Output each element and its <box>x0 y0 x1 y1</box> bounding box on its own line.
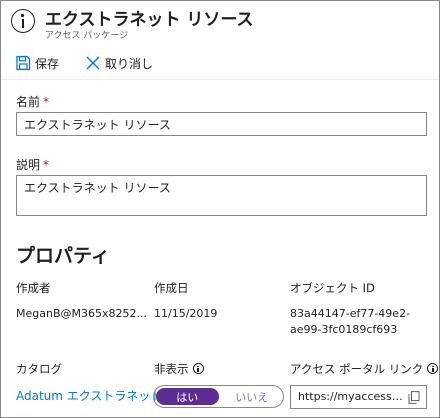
required-marker: * <box>43 95 50 109</box>
object-id-value-line2: ae99-3fc0189cf693 <box>290 323 398 336</box>
info-icon[interactable] <box>427 363 439 374</box>
properties-heading: プロパティ <box>16 245 110 267</box>
panel-header: エクストラネット リソース アクセス パッケージ <box>1 1 439 45</box>
hidden-label-group: 非表示 <box>154 361 204 377</box>
name-field-label: 名前 * <box>16 95 50 109</box>
page-title: エクストラネット リソース <box>45 10 254 30</box>
catalog-link[interactable]: Adatum エクストラネット <box>16 387 162 404</box>
save-label: 保存 <box>35 56 60 71</box>
page-subtitle: アクセス パッケージ <box>45 31 129 41</box>
copy-icon[interactable] <box>408 391 420 404</box>
save-button[interactable]: 保存 <box>15 52 59 74</box>
created-date-label: 作成日 <box>154 281 189 295</box>
hidden-label: 非表示 <box>154 362 189 376</box>
cancel-button[interactable]: 取り消し <box>85 52 153 74</box>
catalog-label: カタログ <box>16 362 62 376</box>
description-input[interactable]: エクストラネット リソース <box>16 175 427 216</box>
toggle-yes[interactable]: はい <box>156 388 219 405</box>
portal-link-value: https://myaccess.microsoft.com <box>298 390 403 403</box>
save-icon <box>16 55 31 71</box>
description-field-label: 説明 * <box>16 158 50 172</box>
portal-link-field[interactable]: https://myaccess.microsoft.com <box>290 385 427 409</box>
close-icon <box>86 56 100 70</box>
hidden-toggle[interactable]: はい いいえ <box>153 385 284 408</box>
name-input[interactable] <box>16 112 427 136</box>
creator-label: 作成者 <box>16 281 51 295</box>
creator-value: MeganB@M365x8252... <box>16 307 147 320</box>
info-icon <box>11 9 35 33</box>
info-icon[interactable] <box>192 363 204 374</box>
access-package-panel: エクストラネット リソース アクセス パッケージ 保存 取り消し 名前* 説明*… <box>0 0 440 418</box>
portal-link-label: アクセス ポータル リンク <box>290 362 424 376</box>
object-id-value-line1: 83a44147-ef77-49e2- <box>290 307 411 320</box>
command-bar: 保存 取り消し <box>1 47 439 80</box>
portal-link-label-group: アクセス ポータル リンク <box>290 361 439 377</box>
object-id-label: オブジェクト ID <box>290 281 375 295</box>
created-date-value: 11/15/2019 <box>154 307 218 320</box>
required-marker: * <box>43 158 50 172</box>
cancel-label: 取り消し <box>105 56 154 71</box>
toggle-no[interactable]: いいえ <box>221 386 284 407</box>
